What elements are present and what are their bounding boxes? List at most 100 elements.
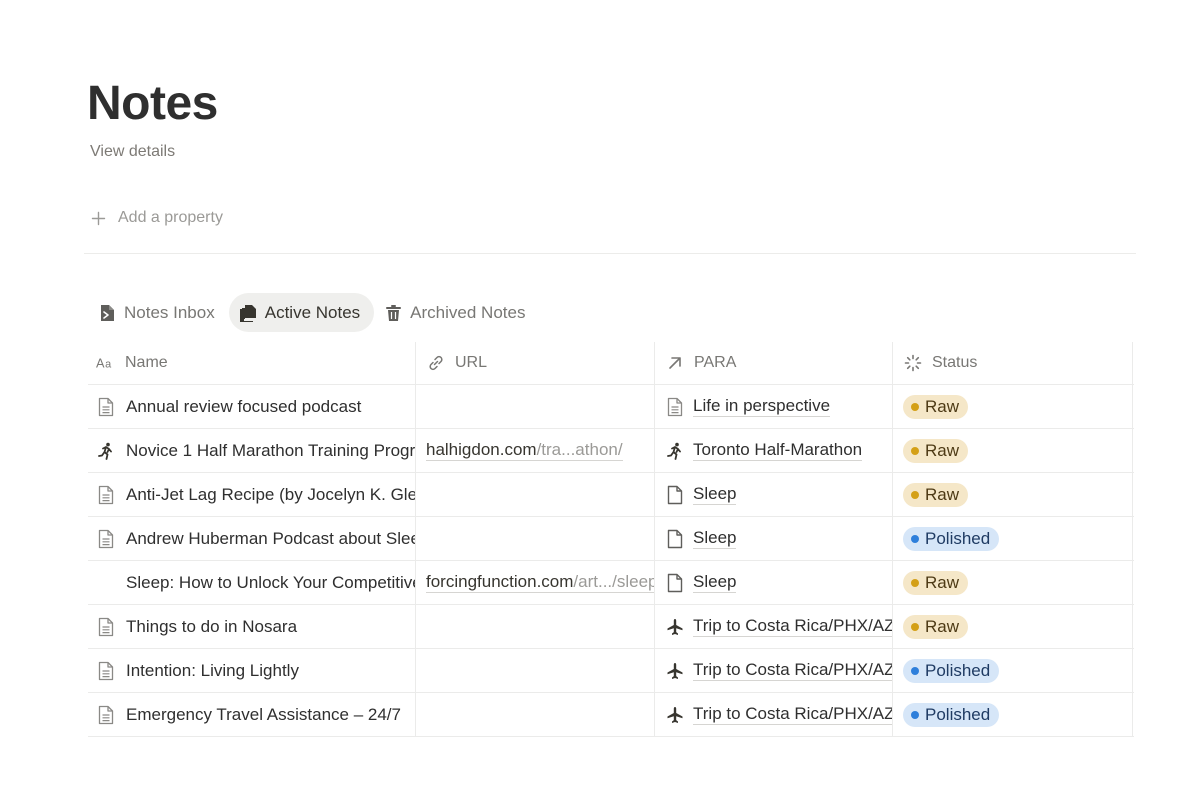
status-badge[interactable]: Raw (903, 438, 969, 463)
airplane-icon (665, 705, 685, 725)
table-row[interactable]: Novice 1 Half Marathon Training Program h… (88, 429, 1134, 473)
status-dot (911, 710, 919, 719)
cell-status[interactable]: Polished (893, 693, 1133, 736)
cell-para[interactable]: Life in perspective (655, 385, 893, 428)
cell-url[interactable] (416, 385, 655, 428)
table-row[interactable]: Andrew Huberman Podcast about Sleep Sleep… (88, 517, 1134, 561)
url-domain: forcingfunction.com (426, 572, 574, 591)
para-relation-link[interactable]: Trip to Costa Rica/PHX/AZ (693, 704, 892, 725)
cell-para[interactable]: Trip to Costa Rica/PHX/AZ (655, 605, 893, 648)
tab-archived-notes[interactable]: Archived Notes (374, 293, 539, 332)
para-relation-link[interactable]: Trip to Costa Rica/PHX/AZ (693, 660, 892, 681)
table-row[interactable]: Annual review focused podcast Life in per… (88, 385, 1134, 429)
cell-url[interactable] (416, 693, 655, 736)
tab-active-notes[interactable]: Active Notes (228, 293, 375, 332)
page-icon (665, 573, 685, 593)
status-badge[interactable]: Raw (903, 570, 969, 595)
status-dot (911, 578, 919, 587)
note-title[interactable]: Anti-Jet Lag Recipe (by Jocelyn K. Glei) (126, 485, 415, 505)
view-tabs: Notes Inbox Active Notes Archived Notes (88, 293, 539, 332)
table-row[interactable]: Sleep: How to Unlock Your Competitive Ed… (88, 561, 1134, 605)
note-title[interactable]: Sleep: How to Unlock Your Competitive Ed… (126, 573, 415, 593)
header-divider (84, 253, 1136, 254)
cell-status[interactable]: Raw (893, 561, 1133, 604)
column-header-url[interactable]: URL (416, 342, 655, 384)
view-details-link[interactable]: View details (90, 143, 175, 161)
cell-name[interactable]: Novice 1 Half Marathon Training Program (88, 429, 416, 472)
cell-name[interactable]: Emergency Travel Assistance – 24/7 (88, 693, 416, 736)
cell-para[interactable]: Toronto Half-Marathon (655, 429, 893, 472)
note-title[interactable]: Novice 1 Half Marathon Training Program (126, 441, 415, 461)
cell-url[interactable] (416, 517, 655, 560)
note-title[interactable]: Intention: Living Lightly (126, 661, 299, 681)
status-badge[interactable]: Raw (903, 482, 969, 507)
cell-url[interactable] (416, 649, 655, 692)
cell-status[interactable]: Raw (893, 605, 1133, 648)
column-header-name[interactable]: Aa Name (88, 342, 416, 384)
status-badge[interactable]: Raw (903, 394, 969, 419)
table-row[interactable]: Intention: Living Lightly Trip to Costa R… (88, 649, 1134, 693)
para-relation-link[interactable]: Trip to Costa Rica/PHX/AZ (693, 616, 892, 637)
page-title[interactable]: Notes (87, 78, 218, 130)
cell-para[interactable]: Sleep (655, 473, 893, 516)
para-relation-link[interactable]: Sleep (693, 572, 737, 593)
para-relation-link[interactable]: Sleep (693, 528, 737, 549)
note-title[interactable]: Emergency Travel Assistance – 24/7 (126, 705, 401, 725)
document-icon (96, 529, 116, 549)
cell-para[interactable]: Sleep (655, 517, 893, 560)
text-aa-icon: Aa (96, 353, 116, 373)
para-relation-link[interactable]: Sleep (693, 484, 737, 505)
url-link[interactable]: forcingfunction.com/art.../sleep (426, 572, 655, 593)
cell-status[interactable]: Raw (893, 385, 1133, 428)
cell-name[interactable]: Annual review focused podcast (88, 385, 416, 428)
cell-name[interactable]: Things to do in Nosara (88, 605, 416, 648)
document-icon (96, 397, 116, 417)
table-row[interactable]: Emergency Travel Assistance – 24/7 Trip t… (88, 693, 1134, 737)
url-link[interactable]: halhigdon.com/tra...athon/ (426, 440, 623, 461)
cell-para[interactable]: Sleep (655, 561, 893, 604)
cell-url[interactable]: forcingfunction.com/art.../sleep (416, 561, 655, 604)
cell-status[interactable]: Raw (893, 429, 1133, 472)
cell-name[interactable]: Andrew Huberman Podcast about Sleep (88, 517, 416, 560)
add-property-label: Add a property (118, 209, 223, 226)
para-relation-link[interactable]: Toronto Half-Marathon (693, 440, 863, 461)
cell-status[interactable]: Polished (893, 517, 1133, 560)
tab-notes-inbox[interactable]: Notes Inbox (88, 293, 229, 332)
table-row[interactable]: Things to do in Nosara Trip to Costa Rica… (88, 605, 1134, 649)
cell-url[interactable] (416, 473, 655, 516)
table-body: Annual review focused podcast Life in per… (88, 385, 1134, 737)
status-dot (911, 446, 919, 455)
url-path: /tra...athon/ (536, 440, 623, 459)
column-header-para[interactable]: PARA (655, 342, 893, 384)
cell-status[interactable]: Polished (893, 649, 1133, 692)
note-title[interactable]: Andrew Huberman Podcast about Sleep (126, 529, 415, 549)
note-title[interactable]: Annual review focused podcast (126, 397, 361, 417)
cell-name[interactable]: Sleep: How to Unlock Your Competitive Ed… (88, 561, 416, 604)
cell-status[interactable]: Raw (893, 473, 1133, 516)
status-badge[interactable]: Polished (903, 526, 1000, 551)
status-label: Raw (925, 484, 960, 504)
status-badge[interactable]: Polished (903, 658, 1000, 683)
para-relation-link[interactable]: Life in perspective (693, 396, 831, 417)
notes-table: Aa Name URL PARA Status Annual review fo… (88, 342, 1134, 737)
table-row[interactable]: Anti-Jet Lag Recipe (by Jocelyn K. Glei)… (88, 473, 1134, 517)
status-label: Raw (925, 616, 960, 636)
document-arrow-icon (98, 304, 116, 322)
cell-name[interactable]: Anti-Jet Lag Recipe (by Jocelyn K. Glei) (88, 473, 416, 516)
cell-para[interactable]: Trip to Costa Rica/PHX/AZ (655, 649, 893, 692)
link-icon (426, 353, 446, 373)
cell-url[interactable]: halhigdon.com/tra...athon/ (416, 429, 655, 472)
status-badge[interactable]: Polished (903, 702, 1000, 727)
cell-url[interactable] (416, 605, 655, 648)
status-label: Polished (925, 704, 991, 724)
cell-para[interactable]: Trip to Costa Rica/PHX/AZ (655, 693, 893, 736)
note-title[interactable]: Things to do in Nosara (126, 617, 297, 637)
column-header-status[interactable]: Status (893, 342, 1133, 384)
runner-icon (665, 441, 685, 461)
status-dot (911, 666, 919, 675)
cell-name[interactable]: Intention: Living Lightly (88, 649, 416, 692)
add-property-button[interactable]: Add a property (91, 209, 223, 227)
status-label: Polished (925, 660, 991, 680)
status-badge[interactable]: Raw (903, 614, 969, 639)
url-path: /art.../sleep (573, 572, 655, 591)
